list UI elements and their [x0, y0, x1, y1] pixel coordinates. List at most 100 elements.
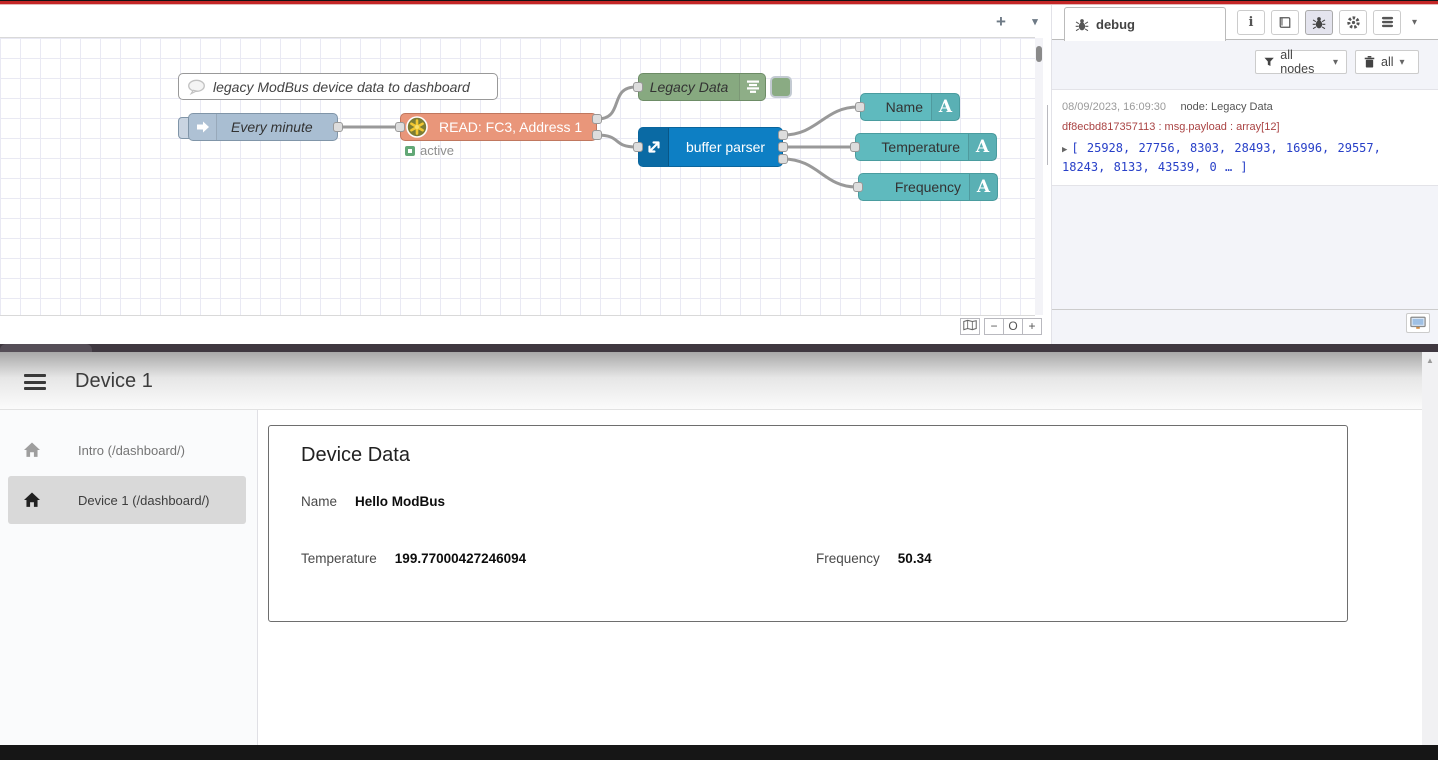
ui-text-node-frequency[interactable]: Frequency A [858, 173, 998, 201]
comment-bubble-icon [179, 74, 213, 99]
navigator-map-button[interactable] [960, 318, 980, 335]
inject-node[interactable]: Every minute [188, 113, 338, 141]
modbus-output-port-2[interactable] [592, 130, 602, 140]
info-tab-button[interactable]: i [1237, 10, 1265, 35]
context-tab-button[interactable] [1373, 10, 1401, 35]
status-green-icon [405, 146, 415, 156]
clear-messages-button[interactable]: all ▾ [1355, 50, 1419, 74]
splitter-grip [1047, 105, 1048, 165]
debug-input-port[interactable] [633, 82, 643, 92]
scrollbar-thumb[interactable] [1036, 46, 1042, 62]
nav-item-label: Device 1 (/dashboard/) [78, 493, 210, 508]
zoom-out-button[interactable]: − [984, 318, 1004, 335]
clear-messages-label: all [1381, 55, 1394, 69]
database-icon [1381, 16, 1394, 29]
ui-name-input-port[interactable] [855, 102, 865, 112]
browser-window-edge [0, 344, 1438, 352]
ui-text-name-label: Name [861, 99, 931, 115]
ui-text-node-temperature[interactable]: Temperature A [855, 133, 997, 161]
debug-message-list: 08/09/2023, 16:09:30 node: Legacy Data d… [1052, 83, 1438, 306]
text-widget-a-icon: A [931, 94, 959, 120]
canvas-vertical-scrollbar[interactable] [1035, 38, 1043, 315]
wire[interactable] [783, 107, 858, 135]
page-title: Device 1 [75, 352, 153, 410]
comment-node[interactable]: legacy ModBus device data to dashboard [178, 73, 498, 100]
modbus-input-port[interactable] [395, 122, 405, 132]
field-name: Name Hello ModBus [301, 494, 445, 509]
funnel-icon [1264, 57, 1274, 67]
debug-enable-toggle[interactable] [770, 76, 792, 98]
node-red-editor-window: + ▾ legacy ModBus device data to das [0, 5, 1438, 344]
sidebar-splitter[interactable] [1043, 5, 1052, 344]
add-flow-button[interactable]: + [988, 12, 1014, 32]
debug-list-icon [739, 74, 765, 100]
flow-canvas[interactable]: legacy ModBus device data to dashboard E… [0, 38, 1035, 315]
inject-arrow-icon [189, 114, 217, 140]
filter-nodes-label: all nodes [1280, 48, 1327, 76]
tab-debug[interactable]: debug [1064, 7, 1226, 41]
modbus-gear-icon [401, 114, 433, 140]
debug-node-label: Legacy Data [639, 79, 739, 95]
chevron-down-icon: ▾ [1400, 57, 1405, 68]
nav-item-intro[interactable]: Intro (/dashboard/) [8, 426, 246, 474]
zoom-in-button[interactable]: + [1022, 318, 1042, 335]
dashboard-scrollbar[interactable]: ▲ [1422, 352, 1438, 745]
book-icon [1278, 16, 1292, 29]
help-tab-button[interactable] [1271, 10, 1299, 35]
ui-frequency-input-port[interactable] [853, 182, 863, 192]
dashboard-header: Device 1 [0, 352, 1422, 410]
debug-message[interactable]: 08/09/2023, 16:09:30 node: Legacy Data d… [1052, 89, 1438, 186]
dashboard-window: Device 1 Intro (/dashboard/) Device 1 (/… [0, 352, 1438, 745]
expand-triangle-icon[interactable]: ▶ [1062, 145, 1067, 155]
ui-temperature-input-port[interactable] [850, 142, 860, 152]
info-icon: i [1249, 15, 1254, 30]
gear-icon [1346, 15, 1361, 30]
buffer-parser-output-port-1[interactable] [778, 130, 788, 140]
config-tab-button[interactable] [1339, 10, 1367, 35]
debug-message-payload-row: ▶[ 25928, 27756, 8303, 28493, 16996, 295… [1062, 140, 1414, 176]
buffer-parser-output-port-2[interactable] [778, 142, 788, 152]
debug-message-path: df8ecbd817357113 : msg.payload : array[1… [1062, 121, 1428, 133]
nav-item-label: Intro (/dashboard/) [78, 443, 185, 458]
debug-sidebar-footer [1052, 309, 1438, 336]
menu-hamburger-icon[interactable] [24, 374, 46, 394]
field-value: 50.34 [898, 551, 932, 566]
zoom-reset-button[interactable]: O [1003, 318, 1023, 335]
device-data-card: Device Data Name Hello ModBus Temperatur… [268, 425, 1348, 622]
ui-text-temperature-label: Temperature [856, 139, 968, 155]
workspace-tabbar: + ▾ [0, 5, 1035, 38]
comment-node-label: legacy ModBus device data to dashboard [213, 79, 470, 95]
wire[interactable] [783, 159, 856, 187]
ui-text-node-name[interactable]: Name A [860, 93, 960, 121]
field-label: Name [301, 494, 337, 509]
wire[interactable] [597, 135, 636, 147]
modbus-output-port-1[interactable] [592, 114, 602, 124]
ui-text-frequency-label: Frequency [859, 179, 969, 195]
scroll-up-arrow-icon[interactable]: ▲ [1422, 356, 1438, 365]
chevron-down-icon: ▾ [1333, 57, 1338, 68]
field-temperature: Temperature 199.77000427246094 [301, 551, 526, 566]
open-debug-window-button[interactable] [1406, 313, 1430, 333]
field-value: 199.77000427246094 [395, 551, 526, 566]
text-widget-a-icon: A [969, 174, 997, 200]
debug-filter-bar: all nodes ▾ all ▾ [1052, 46, 1438, 76]
monitor-icon [1410, 316, 1426, 330]
map-icon [963, 319, 977, 331]
buffer-parser-output-port-3[interactable] [778, 154, 788, 164]
debug-node[interactable]: Legacy Data [638, 73, 766, 101]
nav-item-device-1[interactable]: Device 1 (/dashboard/) [8, 476, 246, 524]
buffer-parser-input-port[interactable] [633, 142, 643, 152]
inject-output-port[interactable] [333, 122, 343, 132]
modbus-read-node[interactable]: READ: FC3, Address 1 [400, 113, 597, 141]
bottom-black-bar [0, 745, 1438, 760]
field-label: Temperature [301, 551, 377, 566]
debug-sidebar: debug i [1052, 5, 1438, 344]
filter-nodes-button[interactable]: all nodes ▾ [1255, 50, 1347, 74]
home-icon [22, 442, 42, 458]
debug-message-node: node: Legacy Data [1180, 101, 1272, 113]
buffer-parser-node[interactable]: buffer parser [638, 127, 783, 167]
debug-tab-button[interactable] [1305, 10, 1333, 35]
debug-message-payload: [ 25928, 27756, 8303, 28493, 16996, 2955… [1062, 141, 1381, 174]
sidebar-menu-caret-icon[interactable]: ▾ [1412, 17, 1417, 28]
wire[interactable] [597, 87, 636, 119]
